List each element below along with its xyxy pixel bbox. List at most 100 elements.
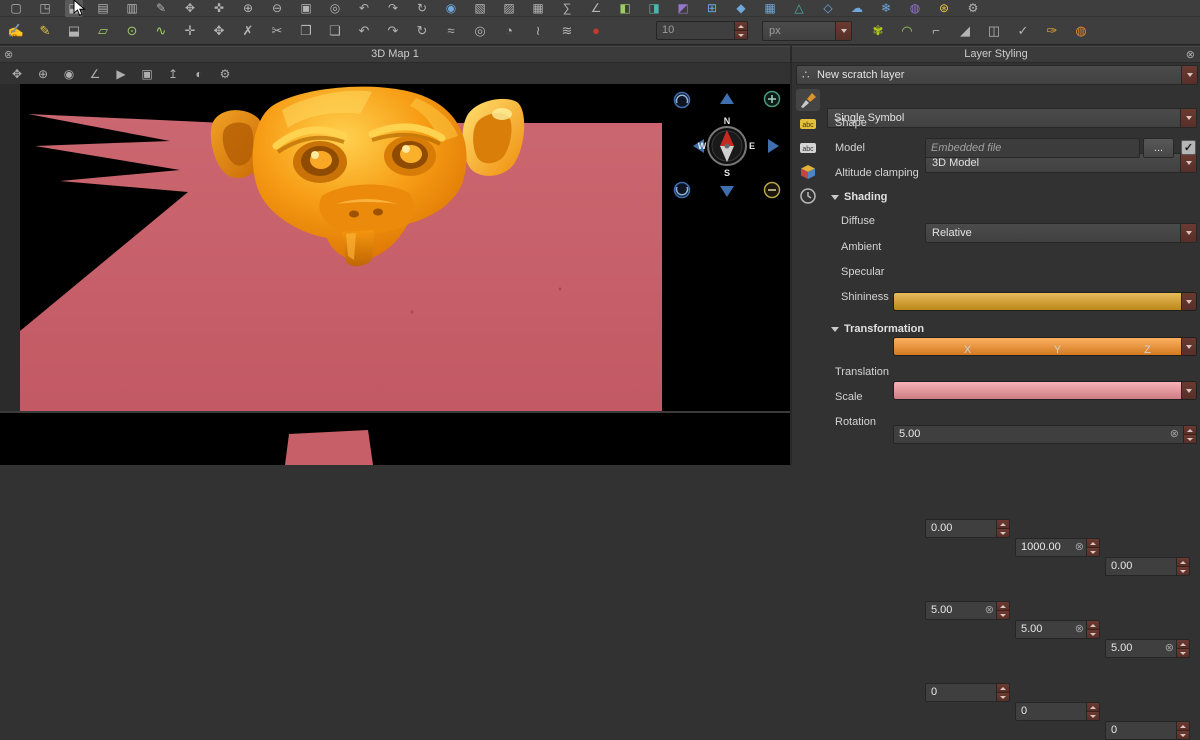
add-wms-layer-icon[interactable]: ☁ — [848, 0, 866, 17]
tab-masks[interactable]: abc — [796, 137, 820, 159]
clear-value-icon[interactable]: ⊗ — [985, 602, 994, 619]
new-scratch-layer-icon[interactable]: ◩ — [674, 0, 692, 17]
identify-features-icon[interactable]: ◉ — [442, 0, 460, 17]
spin-buttons[interactable] — [1086, 703, 1099, 720]
add-ring-icon[interactable]: ◎ — [471, 18, 489, 44]
move-down-button[interactable] — [720, 186, 734, 197]
translation-y-spinbox[interactable]: 1000.00 ⊗ — [1015, 538, 1100, 557]
add-mesh-layer-icon[interactable]: △ — [790, 0, 808, 17]
rotation-x-spinbox[interactable]: 0 — [925, 683, 1010, 702]
clear-value-icon[interactable]: ⊗ — [1170, 426, 1179, 443]
specular-color-button[interactable] — [893, 381, 1197, 400]
toolbar-size-spinbox[interactable]: 10 — [656, 21, 748, 40]
processing-toolbox-icon[interactable]: ⚙ — [964, 0, 982, 17]
add-vector-layer-icon[interactable]: ◆ — [732, 0, 750, 17]
new-project-icon[interactable]: ▢ — [7, 0, 25, 17]
effects-icon[interactable]: ◐ — [190, 64, 208, 84]
save-layer-edits-icon[interactable]: ⬓ — [65, 18, 83, 44]
zoom-3d-icon[interactable]: ⊕ — [34, 64, 52, 84]
scale-x-spinbox[interactable]: 5.00 ⊗ — [925, 601, 1010, 620]
split-features-icon[interactable]: ◢ — [956, 18, 974, 44]
shape-digitizing-icon[interactable]: ◠ — [898, 18, 916, 44]
tab-3d-view[interactable] — [796, 161, 820, 183]
open-project-icon[interactable]: ◳ — [36, 0, 54, 17]
measure-line-icon[interactable]: ∠ — [587, 0, 605, 17]
toolbar-unit-select[interactable]: px — [762, 21, 852, 41]
spin-buttons[interactable] — [996, 684, 1009, 701]
python-console-icon[interactable]: ⊛ — [935, 0, 953, 17]
add-web-layer-icon[interactable]: ◍ — [906, 0, 924, 17]
merge-features-icon[interactable]: ◫ — [985, 18, 1003, 44]
map2d-canvas[interactable] — [0, 413, 790, 465]
new-print-layout-icon[interactable]: ▤ — [94, 0, 112, 17]
scale-z-spinbox[interactable]: 5.00 ⊗ — [1105, 639, 1190, 658]
identify-3d-icon[interactable]: ◉ — [60, 64, 78, 84]
export-scene-icon[interactable]: ↥ — [164, 64, 182, 84]
refresh-map-icon[interactable]: ↻ — [413, 0, 431, 17]
redo-icon[interactable]: ↷ — [384, 18, 402, 44]
spin-buttons[interactable] — [1183, 426, 1196, 443]
pan-to-selection-icon[interactable]: ✜ — [210, 0, 228, 17]
zoom-last-icon[interactable]: ↶ — [355, 0, 373, 17]
model-browse-button[interactable]: ... — [1143, 138, 1174, 158]
add-polygon-feature-icon[interactable]: ▱ — [94, 18, 112, 44]
zoom-next-icon[interactable]: ↷ — [384, 0, 402, 17]
copy-features-icon[interactable]: ❐ — [297, 18, 315, 44]
spin-buttons[interactable] — [996, 520, 1009, 537]
add-raster-layer-icon[interactable]: ▦ — [761, 0, 779, 17]
rotate-feature-icon[interactable]: ↻ — [413, 18, 431, 44]
save-image-icon[interactable]: ▣ — [138, 64, 156, 84]
model-file-input[interactable] — [925, 138, 1140, 158]
data-source-manager-icon[interactable]: ⊞ — [703, 0, 721, 17]
tab-symbology[interactable] — [796, 89, 820, 111]
spin-buttons[interactable] — [1086, 539, 1099, 556]
attribute-table-icon[interactable]: ▦ — [529, 0, 547, 17]
translation-x-spinbox[interactable]: 0.00 — [925, 519, 1010, 538]
paste-features-icon[interactable]: ❏ — [326, 18, 344, 44]
field-calculator-icon[interactable]: ∑ — [558, 0, 576, 17]
vertex-tool-icon[interactable]: ✛ — [181, 18, 199, 44]
toggle-editing-icon[interactable]: ✎ — [36, 18, 54, 44]
map3d-viewport[interactable]: N S W E — [20, 84, 790, 411]
spin-buttons[interactable] — [1176, 722, 1189, 739]
transformation-group-header[interactable]: Transformation — [831, 323, 924, 335]
annotation-icon[interactable]: ✑ — [1043, 18, 1061, 44]
add-line-feature-icon[interactable]: ∿ — [152, 18, 170, 44]
tab-history[interactable] — [796, 185, 820, 207]
rotation-y-spinbox[interactable]: 0 — [1015, 702, 1100, 721]
layout-manager-icon[interactable]: ▥ — [123, 0, 141, 17]
cut-features-icon[interactable]: ✂ — [268, 18, 286, 44]
renderer-select[interactable]: Single Symbol — [827, 108, 1197, 128]
layer-select[interactable]: ∴ New scratch layer — [796, 65, 1198, 85]
current-edits-icon[interactable]: ✍ — [7, 18, 25, 44]
style-manager-icon[interactable]: ✎ — [152, 0, 170, 17]
delete-selected-icon[interactable]: ✗ — [239, 18, 257, 44]
tab-labels[interactable]: abc — [796, 113, 820, 135]
clear-value-icon[interactable]: ⊗ — [1075, 621, 1084, 638]
zoom-full-icon[interactable]: ▣ — [297, 0, 315, 17]
undo-icon[interactable]: ↶ — [355, 18, 373, 44]
clear-value-icon[interactable]: ⊗ — [1165, 640, 1174, 657]
zoom-to-selection-icon[interactable]: ◎ — [326, 0, 344, 17]
move-feature-icon[interactable]: ✥ — [210, 18, 228, 44]
deselect-features-icon[interactable]: ▨ — [500, 0, 518, 17]
spin-buttons[interactable] — [1176, 558, 1189, 575]
offset-curve-icon[interactable]: ≋ — [558, 18, 576, 44]
spin-buttons[interactable] — [996, 602, 1009, 619]
spin-buttons[interactable] — [1086, 621, 1099, 638]
diffuse-color-button[interactable] — [893, 292, 1197, 311]
move-right-button[interactable] — [768, 139, 779, 153]
new-geopackage-layer-icon[interactable]: ◨ — [645, 0, 663, 17]
new-shapefile-layer-icon[interactable]: ◧ — [616, 0, 634, 17]
spin-buttons[interactable] — [734, 22, 747, 39]
spin-buttons[interactable] — [1176, 640, 1189, 657]
scale-y-spinbox[interactable]: 5.00 ⊗ — [1015, 620, 1100, 639]
add-part-icon[interactable]: ◔ — [500, 18, 518, 44]
freeze-canvas-icon[interactable]: ❄ — [877, 0, 895, 17]
shininess-spinbox[interactable]: 5.00 ⊗ — [893, 425, 1197, 444]
measure-3d-icon[interactable]: ∠ — [86, 64, 104, 84]
pan-map-icon[interactable]: ✥ — [181, 0, 199, 17]
metasearch-icon[interactable]: ◍ — [1072, 18, 1090, 44]
options-3d-icon[interactable]: ⚙ — [216, 64, 234, 84]
move-up-button[interactable] — [720, 93, 734, 104]
